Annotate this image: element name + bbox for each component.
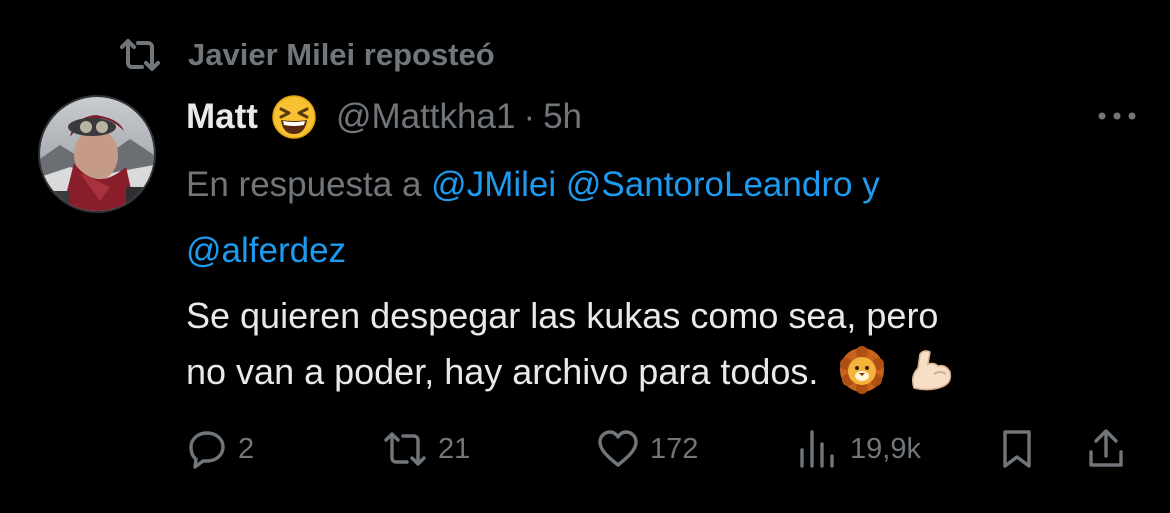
flexed-biceps-emoji [912, 350, 952, 391]
bookmark-button[interactable] [1000, 426, 1044, 472]
reply-count: 2 [238, 432, 255, 465]
reply-button[interactable]: 2 [186, 426, 254, 472]
repost-button[interactable]: 21 [382, 426, 470, 472]
tweet-timestamp[interactable]: 5h [543, 97, 582, 137]
heart-icon [598, 430, 638, 467]
repost-icon [120, 39, 160, 71]
share-icon [1089, 429, 1123, 467]
reply-prefix: En respuesta a [186, 165, 422, 204]
tweet-header: Matt @Mattkha1 · 5h [186, 94, 582, 140]
dot-separator: · [523, 97, 536, 136]
tweet-text: Se quieren despegar las kukas como sea, … [186, 288, 1146, 400]
repost-icon [384, 432, 426, 466]
tweet-text-line: no van a poder, hay archivo para todos. [186, 351, 819, 392]
views-count: 19,9k [850, 432, 921, 465]
mention-link[interactable]: @alferdez [186, 231, 346, 270]
author-display-name[interactable]: Matt [186, 97, 258, 137]
reply-joiner: y [862, 165, 880, 204]
views-button[interactable]: 19,9k [796, 426, 921, 472]
like-button[interactable]: 172 [596, 426, 698, 472]
grinning-squinting-face-emoji [272, 95, 316, 139]
reply-icon [189, 431, 225, 469]
mention-link[interactable]: @SantoroLeandro [566, 165, 853, 204]
reply-context: En respuesta a @JMilei @SantoroLeandro y… [186, 152, 1126, 284]
repost-context[interactable]: Javier Milei reposteó [118, 30, 495, 80]
bookmark-icon [1003, 430, 1031, 468]
lion-face-emoji [840, 346, 885, 394]
repost-label: Javier Milei reposteó [188, 37, 495, 72]
author-handle[interactable]: @Mattkha1 [336, 97, 516, 137]
repost-count: 21 [438, 432, 471, 465]
like-count: 172 [650, 432, 699, 465]
tweet-text-line: Se quieren despegar las kukas como sea, … [186, 295, 939, 336]
mention-link[interactable]: @JMilei [431, 165, 556, 204]
views-chart-icon [800, 430, 834, 468]
share-button[interactable] [1086, 426, 1136, 472]
avatar[interactable] [38, 95, 156, 213]
more-options-icon[interactable] [1094, 106, 1140, 126]
